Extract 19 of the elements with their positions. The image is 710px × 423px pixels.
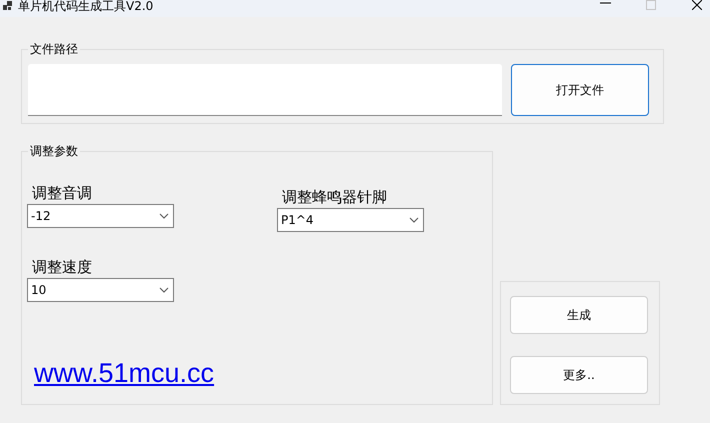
open-file-button[interactable]: 打开文件	[511, 64, 649, 116]
website-link[interactable]: www.51mcu.cc	[34, 358, 492, 389]
combo-label: 调整蜂鸣器针脚	[282, 188, 388, 206]
combo-label: 调整音调	[32, 184, 93, 202]
action-button[interactable]: 更多..	[510, 356, 648, 394]
app-icon	[3, 1, 12, 10]
chevron-icon	[159, 213, 169, 219]
combo-label: 调整速度	[32, 258, 93, 276]
file-path-field[interactable]	[28, 64, 502, 116]
dropdown[interactable]: -12	[27, 204, 174, 228]
chevron-icon	[409, 217, 419, 223]
close-icon[interactable]	[692, 0, 702, 10]
dropdown[interactable]: P1^4	[277, 208, 424, 232]
chevron-icon	[159, 287, 169, 293]
action-button[interactable]: 生成	[510, 296, 648, 334]
dropdown[interactable]: 10	[27, 278, 174, 302]
minimize-icon[interactable]	[600, 0, 611, 6]
group-title: 文件路径	[29, 42, 79, 56]
group-title: 调整参数	[29, 144, 79, 158]
